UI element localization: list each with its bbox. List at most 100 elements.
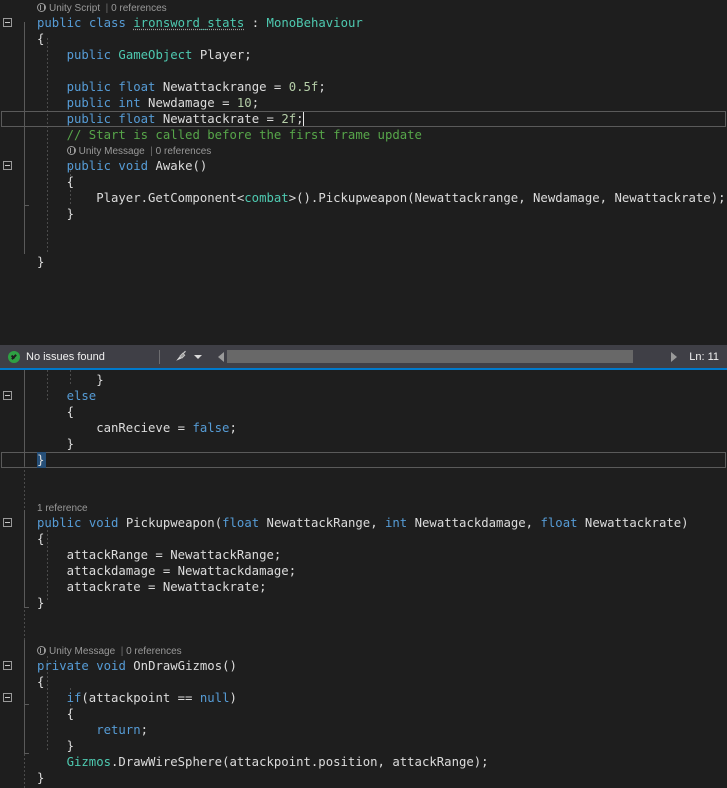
code-line[interactable]: } [0,254,727,270]
code-token: Player; [192,48,252,62]
code-line[interactable]: { [0,706,727,722]
code-token: float [118,80,156,94]
code-token: } [37,453,45,467]
code-token: null [199,691,230,705]
code-line[interactable]: // Start is called before the first fram… [0,127,727,143]
code-pane-top[interactable]: Unity Script | 0 references public class … [0,0,727,341]
code-line[interactable]: } [0,595,727,611]
code-token: Newattackrate [577,516,682,530]
code-token: () [222,659,237,673]
fold-collapse-button[interactable] [3,18,12,27]
code-line[interactable]: public GameObject Player; [0,47,727,63]
code-line-text: private void OnDrawGizmos() [37,658,237,674]
chevron-down-icon[interactable] [193,354,202,359]
fold-collapse-button[interactable] [3,161,12,170]
code-token: float [540,516,578,530]
code-line-text: { [37,31,44,47]
code-token: attackdamage = Newattackdamage; [66,564,297,578]
code-line[interactable]: else [0,388,727,404]
code-line[interactable]: } [0,206,727,222]
code-token: Newattackrange = [155,80,289,94]
code-pane-bottom[interactable]: } else{canRecieve = false;}} 1 reference pu… [0,368,727,788]
codelens-row[interactable]: Unity Message | 0 references [0,643,727,658]
code-token: (Newattackrange, Newdamage, Newattackrat… [407,191,726,205]
code-line[interactable]: { [0,404,727,420]
code-line[interactable]: } [0,452,727,468]
code-line[interactable]: canRecieve = false; [0,420,727,436]
code-token: GetComponent [148,191,237,205]
code-line-text: public float Newattackrange = 0.5f; [67,79,326,95]
code-line[interactable]: private void OnDrawGizmos() [0,658,727,674]
fold-collapse-button[interactable] [3,661,12,670]
code-token: ) [681,516,689,530]
code-line[interactable]: attackrate = Newattackrate; [0,579,727,595]
issues-indicator[interactable]: No issues found [0,345,105,368]
code-line-text: } [67,206,74,222]
code-token: ) [229,691,237,705]
code-line[interactable]: if(attackpoint == null) [0,690,727,706]
code-line[interactable]: } [0,770,727,786]
code-token: int [118,96,141,110]
code-line[interactable]: public void Awake() [0,158,727,174]
fold-collapse-button[interactable] [3,693,12,702]
code-token: ( [214,516,223,530]
codelens-reference-count[interactable]: 0 references [126,646,182,657]
fold-collapse-button[interactable] [3,391,12,400]
code-token: ironsword_stats [133,16,245,30]
code-line-text: } [96,372,103,388]
codelens-row[interactable]: 1 reference [0,500,727,515]
code-token: { [37,32,45,46]
code-token: false [192,421,230,435]
code-line[interactable]: return; [0,722,727,738]
code-line[interactable]: attackRange = NewattackRange; [0,547,727,563]
code-token: private [37,659,89,673]
visual-studio-editor: Unity Script | 0 references public class … [0,0,727,788]
codelens-row[interactable]: Unity Script | 0 references [0,0,727,15]
scroll-right-arrow[interactable] [671,351,678,362]
code-line-text: public GameObject Player; [67,47,252,63]
code-line[interactable]: { [0,531,727,547]
code-line[interactable]: } [0,372,727,388]
code-line[interactable]: public void Pickupweapon(float Newattack… [0,515,727,531]
code-line[interactable]: public class ironsword_stats : MonoBehav… [0,15,727,31]
code-token: Pickupweapon [318,191,408,205]
code-line[interactable]: public float Newattackrate = 2f; [0,111,727,127]
status-divider [158,349,160,364]
code-token: OnDrawGizmos [133,659,223,673]
horizontal-scrollbar-thumb[interactable] [226,350,633,363]
code-token: float [118,112,156,126]
code-line-text: public void Awake() [67,158,208,174]
fold-collapse-button[interactable] [3,518,12,527]
code-line[interactable]: Gizmos.DrawWireSphere(attackpoint.positi… [0,754,727,770]
codelens-reference-count[interactable]: 0 references [111,3,167,14]
codelens-title: Unity Script [49,3,101,14]
editor-status-bar[interactable]: No issues found Ln: 11 [0,345,727,368]
code-line[interactable]: attackdamage = Newattackdamage; [0,563,727,579]
code-line[interactable]: { [0,674,727,690]
code-line-text: attackRange = NewattackRange; [67,547,282,563]
horizontal-scrollbar-track[interactable] [223,350,662,363]
codelens-reference-count[interactable]: 0 references [156,146,212,157]
code-token: } [96,373,104,387]
code-token: NewattackRange, [259,516,385,530]
error-filter-dropdown[interactable] [174,345,202,368]
code-line[interactable]: Player.GetComponent<combat>().Pickupweap… [0,190,727,206]
line-number-indicator: Ln: 11 [689,350,719,363]
unity-icon [37,3,46,12]
code-line[interactable]: { [0,31,727,47]
code-token: } [66,739,74,753]
code-line[interactable]: } [0,738,727,754]
code-token: public [66,159,112,173]
code-line-text: } [37,452,44,468]
codelens-row[interactable]: Unity Message | 0 references [0,143,727,158]
code-line[interactable]: public int Newdamage = 10; [0,95,727,111]
code-line[interactable]: public float Newattackrange = 0.5f; [0,79,727,95]
broom-icon [174,350,188,363]
code-line-text: return; [96,722,148,738]
code-line-text: } [67,436,74,452]
code-token: return [96,723,141,737]
code-line[interactable]: { [0,174,727,190]
code-line[interactable]: } [0,436,727,452]
unity-icon [66,146,76,155]
